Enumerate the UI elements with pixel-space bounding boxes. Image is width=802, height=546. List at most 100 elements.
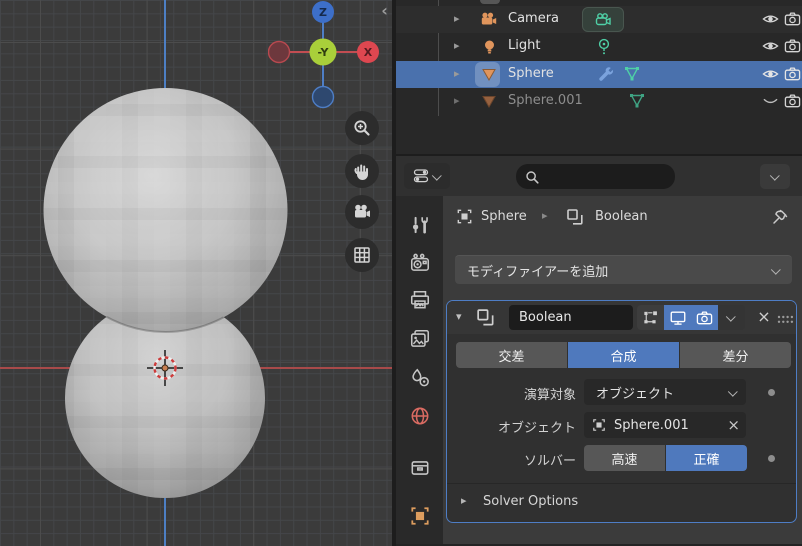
- gizmo-neg-x-ball[interactable]: [268, 40, 291, 64]
- animate-decorator-dot[interactable]: [768, 389, 775, 396]
- expand-arrow-icon[interactable]: ▸: [454, 39, 460, 52]
- tab-scene[interactable]: [407, 365, 432, 390]
- chevron-down-icon: [727, 386, 738, 397]
- header-menu-button[interactable]: [760, 164, 790, 189]
- expand-arrow-icon: ▸: [461, 494, 467, 507]
- mesh-object-icon: [478, 91, 500, 112]
- outliner-item-name: Light: [508, 38, 541, 53]
- blender-window: Z X -Y ‹ ▸ Camera ▸ Light ▸ Sphere ▸ Sph…: [0, 0, 802, 546]
- tab-view-layer[interactable]: [407, 326, 432, 351]
- tab-object[interactable]: [407, 503, 432, 528]
- camera-data-badge[interactable]: [582, 7, 624, 32]
- search-input[interactable]: [540, 169, 660, 184]
- camera-object-icon: [478, 9, 500, 30]
- render-display-toggle[interactable]: [691, 305, 718, 330]
- edit-mode-display-toggle[interactable]: [637, 305, 664, 330]
- gizmo-z-label: Z: [319, 6, 327, 19]
- operand-type-dropdown[interactable]: オブジェクト: [584, 379, 746, 405]
- tab-collection[interactable]: [407, 455, 432, 480]
- expand-arrow-icon[interactable]: ▸: [454, 12, 460, 25]
- properties-main: Sphere ▸ Boolean モディファイアーを追加 ▾ Boolean ×…: [443, 196, 802, 546]
- outliner-item-name: Sphere.001: [508, 93, 583, 108]
- modifier-extras-button[interactable]: [718, 305, 745, 330]
- delete-modifier-button[interactable]: ×: [753, 306, 775, 328]
- outliner-row-light[interactable]: ▸ Light: [396, 33, 802, 60]
- tab-tool[interactable]: [407, 212, 432, 237]
- collapse-triangle-icon[interactable]: ▾: [456, 310, 462, 323]
- animate-decorator-dot[interactable]: [768, 455, 775, 462]
- mesh-data-icon[interactable]: [628, 92, 646, 113]
- cursor-3d: [147, 350, 183, 386]
- viewport-3d[interactable]: Z X -Y ‹: [0, 0, 392, 546]
- gizmo-neg-z-ball[interactable]: [311, 85, 335, 109]
- operand-type-row: 演算対象 オブジェクト: [447, 379, 798, 405]
- panel-separator: [447, 483, 796, 484]
- operation-intersect[interactable]: 交差: [456, 342, 567, 368]
- outliner: ▸ Camera ▸ Light ▸ Sphere ▸ Sphere.001: [396, 0, 802, 156]
- add-modifier-label: モディファイアーを追加: [467, 264, 609, 280]
- tab-world[interactable]: [407, 403, 432, 428]
- outliner-item-name: Camera: [508, 11, 560, 26]
- solver-options-subpanel[interactable]: ▸ Solver Options: [447, 488, 796, 518]
- outliner-row-sphere[interactable]: ▸ Sphere: [396, 61, 802, 88]
- hand-icon: [354, 164, 368, 180]
- hide-viewport-toggle[interactable]: [762, 66, 779, 86]
- breadcrumb-arrow-icon: ▸: [542, 209, 548, 222]
- expand-arrow-icon[interactable]: ▸: [454, 94, 460, 107]
- pin-icon[interactable]: [770, 207, 790, 231]
- realtime-display-toggle[interactable]: [664, 305, 691, 330]
- hide-viewport-toggle[interactable]: [762, 38, 779, 58]
- chevron-down-icon: [769, 170, 780, 181]
- hide-viewport-toggle[interactable]: [762, 11, 779, 31]
- sidebar-collapse-arrow[interactable]: ‹: [377, 1, 392, 21]
- disable-render-toggle[interactable]: [784, 66, 801, 86]
- camera-view-button[interactable]: [345, 195, 379, 229]
- monitor-icon: [670, 310, 685, 325]
- modifier-wrench-icon[interactable]: [596, 65, 614, 87]
- disable-render-toggle[interactable]: [784, 11, 801, 31]
- search-icon: [526, 170, 539, 184]
- object-value: Sphere.001: [614, 417, 689, 433]
- mesh-object-icon: [478, 64, 500, 85]
- navigation-gizmo[interactable]: Z X -Y: [268, 0, 382, 110]
- tab-output[interactable]: [407, 287, 432, 312]
- modifier-name-field[interactable]: Boolean: [509, 305, 633, 330]
- operation-difference[interactable]: 差分: [680, 342, 791, 368]
- object-field[interactable]: Sphere.001 ×: [584, 412, 746, 438]
- boolean-modifier-icon: [475, 307, 496, 332]
- solver-exact-button[interactable]: 正確: [666, 445, 747, 471]
- operand-type-value: オブジェクト: [596, 386, 675, 402]
- boolean-modifier-panel: ▾ Boolean × 交差 合成 差分 演算対象 オブジェクト オブジェクト …: [446, 300, 797, 523]
- pan-button[interactable]: [345, 154, 379, 188]
- properties-search[interactable]: [516, 164, 675, 189]
- tab-render[interactable]: [407, 250, 432, 275]
- disable-render-toggle[interactable]: [784, 38, 801, 58]
- expand-arrow-icon[interactable]: ▸: [454, 67, 460, 80]
- outliner-item-name: Sphere: [508, 66, 554, 81]
- breadcrumb-modifier-name[interactable]: Boolean: [595, 209, 648, 224]
- zoom-button[interactable]: [345, 111, 379, 145]
- outliner-row-camera[interactable]: ▸ Camera: [396, 6, 802, 33]
- operation-union[interactable]: 合成: [568, 342, 679, 368]
- hide-viewport-toggle-closed[interactable]: [762, 93, 779, 113]
- outliner-partial-row-above: [480, 0, 500, 4]
- light-data-icon[interactable]: [595, 37, 613, 60]
- disable-render-toggle[interactable]: [784, 93, 801, 113]
- solver-fast-button[interactable]: 高速: [584, 445, 665, 471]
- toggle-ortho-button[interactable]: [345, 238, 379, 272]
- editor-type-button[interactable]: [404, 163, 450, 189]
- operand-type-label: 演算対象: [523, 388, 576, 403]
- movie-camera-icon: [355, 204, 370, 218]
- object-icon: [591, 417, 607, 433]
- add-modifier-button[interactable]: モディファイアーを追加: [455, 255, 792, 284]
- gizmo-x-label: X: [364, 46, 373, 59]
- operation-segmented-control: 交差 合成 差分: [456, 342, 791, 368]
- vertices-icon: [644, 311, 657, 324]
- mesh-data-icon[interactable]: [623, 65, 641, 86]
- outliner-row-sphere-001[interactable]: ▸ Sphere.001: [396, 88, 802, 115]
- breadcrumb: Sphere ▸ Boolean: [443, 202, 802, 232]
- breadcrumb-object-name[interactable]: Sphere: [481, 209, 527, 224]
- clear-object-button[interactable]: ×: [727, 416, 740, 434]
- drag-handle-icon[interactable]: [777, 313, 794, 328]
- modifier-panel-header[interactable]: ▾ Boolean ×: [447, 301, 796, 334]
